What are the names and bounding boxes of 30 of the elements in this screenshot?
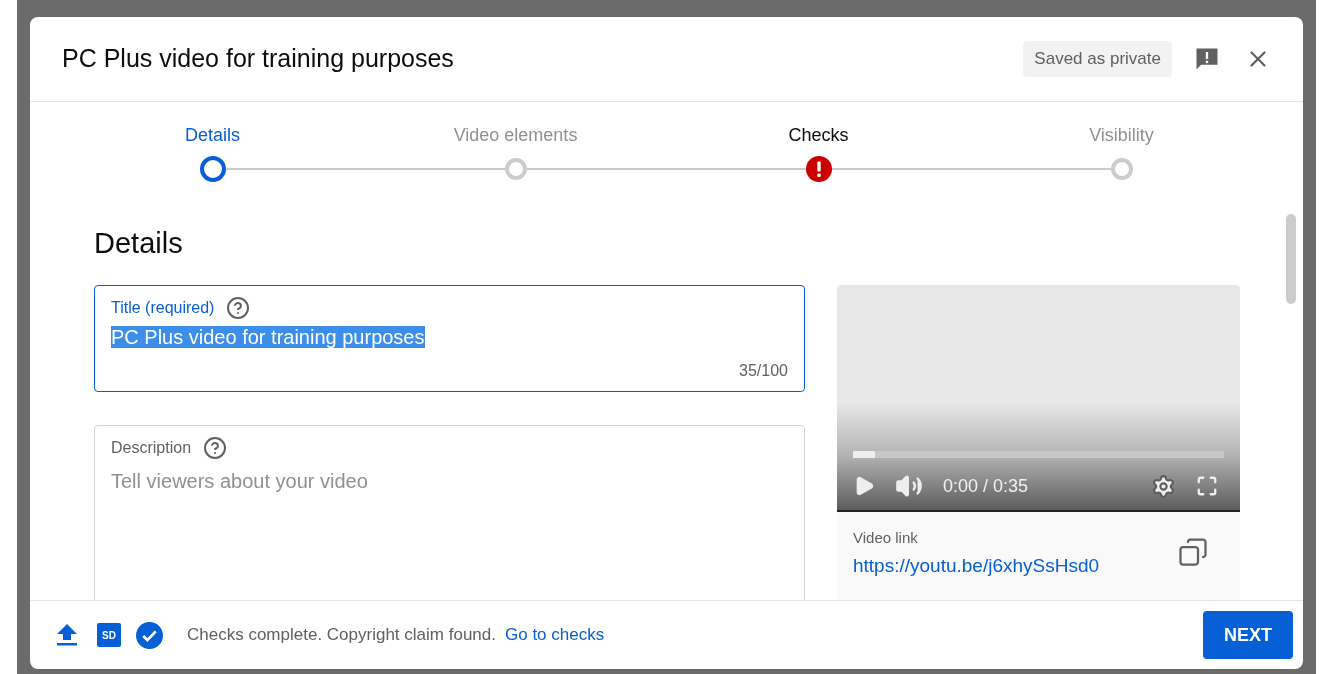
description-placeholder: Tell viewers about your video bbox=[111, 469, 369, 494]
section-heading: Details bbox=[94, 226, 184, 261]
step-label[interactable]: Checks bbox=[788, 124, 849, 146]
check-circle-icon[interactable] bbox=[136, 621, 163, 649]
step-label[interactable]: Video elements bbox=[453, 124, 578, 146]
dialog-title: PC Plus video for training purposes bbox=[62, 43, 454, 75]
description-field[interactable]: Description Tell viewers about your video bbox=[94, 425, 805, 600]
scrollbar-thumb[interactable] bbox=[1286, 214, 1296, 304]
step-label[interactable]: Visibility bbox=[1089, 124, 1154, 146]
field-label: Title (required) bbox=[111, 298, 215, 318]
settings-icon[interactable] bbox=[1151, 473, 1176, 499]
save-status-chip: Saved as private bbox=[1023, 41, 1172, 77]
title-value: PC Plus video for training purposes bbox=[111, 326, 425, 348]
sd-badge: SD bbox=[97, 623, 121, 647]
upload-icon[interactable] bbox=[56, 623, 78, 647]
video-player[interactable]: 0:00 / 0:35 bbox=[837, 285, 1240, 512]
go-to-checks-link[interactable]: Go to checks bbox=[505, 622, 605, 648]
help-icon[interactable] bbox=[226, 296, 251, 320]
video-link-label: Video link bbox=[853, 528, 919, 548]
copy-icon[interactable] bbox=[1178, 537, 1208, 567]
checks-status-text: Checks complete. Copyright claim found. bbox=[187, 624, 496, 647]
step-label[interactable]: Details bbox=[185, 124, 240, 146]
video-time: 0:00 / 0:35 bbox=[943, 474, 1029, 498]
video-link[interactable]: https://youtu.be/j6xhySsHsd0 bbox=[853, 551, 1100, 580]
fullscreen-icon[interactable] bbox=[1196, 475, 1218, 497]
character-counter: 35/100 bbox=[739, 361, 788, 381]
title-field[interactable]: Title (required) PC Plus video for training purposes 35/100 bbox=[94, 285, 805, 392]
field-label: Description bbox=[111, 438, 192, 458]
help-icon[interactable] bbox=[203, 436, 228, 460]
next-button[interactable]: NEXT bbox=[1203, 611, 1293, 659]
